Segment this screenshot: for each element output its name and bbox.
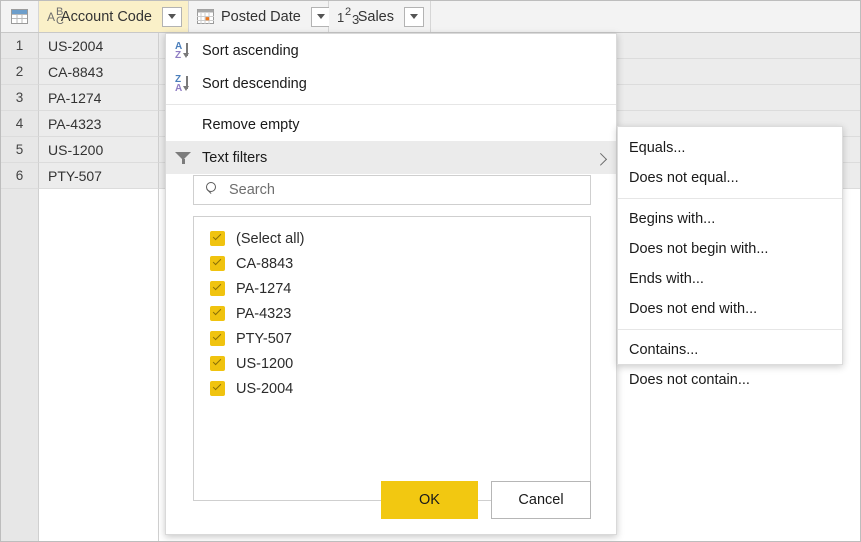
menu-item-remove-empty[interactable]: Remove empty bbox=[166, 108, 616, 141]
column-dropdown-button-account-code[interactable] bbox=[162, 6, 182, 27]
column-header-account-code[interactable]: ABC Account Code bbox=[39, 1, 189, 32]
123-icon: 123 bbox=[337, 5, 360, 27]
text-filters-submenu: Equals... Does not equal... Begins with.… bbox=[617, 126, 843, 388]
filter-funnel-icon bbox=[174, 148, 194, 168]
list-item[interactable]: PA-1274 bbox=[194, 276, 590, 301]
submenu-item-does-not-contain[interactable]: Does not contain... bbox=[618, 365, 842, 395]
submenu-item-does-not-end-with[interactable]: Does not end with... bbox=[618, 294, 842, 324]
menu-item-sort-descending[interactable]: ZA Sort descending bbox=[166, 67, 616, 100]
column-dropdown-button-sales[interactable] bbox=[404, 6, 424, 27]
chevron-down-icon bbox=[410, 14, 418, 19]
checkbox-checked[interactable] bbox=[210, 381, 225, 396]
column-header-posted-date[interactable]: Posted Date bbox=[189, 1, 331, 32]
cell-account-code[interactable]: PA-4323 bbox=[39, 111, 159, 137]
row-number: 6 bbox=[1, 163, 39, 189]
cell-account-code[interactable]: CA-8843 bbox=[39, 59, 159, 85]
menu-item-sort-ascending[interactable]: AZ Sort ascending bbox=[166, 34, 616, 67]
row-number: 1 bbox=[1, 33, 39, 59]
list-item[interactable]: US-1200 bbox=[194, 351, 590, 376]
list-item-label: (Select all) bbox=[236, 230, 305, 247]
chevron-down-icon bbox=[316, 14, 325, 19]
list-item-label: PTY-507 bbox=[236, 330, 292, 347]
search-placeholder: Search bbox=[229, 182, 275, 198]
ok-button[interactable]: OK bbox=[381, 481, 478, 519]
submenu-item-contains[interactable]: Contains... bbox=[618, 335, 842, 365]
list-item-label: CA-8843 bbox=[236, 255, 294, 272]
row-number: 3 bbox=[1, 85, 39, 111]
submenu-item-does-not-equal[interactable]: Does not equal... bbox=[618, 163, 842, 193]
list-item-label: PA-4323 bbox=[236, 305, 292, 322]
cell-account-code[interactable]: PA-1274 bbox=[39, 85, 159, 111]
checkbox-checked[interactable] bbox=[210, 231, 225, 246]
submenu-divider bbox=[618, 198, 842, 199]
column-header-sales[interactable]: 123 Sales bbox=[329, 1, 431, 32]
chevron-down-icon bbox=[168, 14, 176, 19]
menu-item-label: Text filters bbox=[202, 149, 268, 166]
calendar-icon bbox=[197, 9, 214, 24]
menu-divider bbox=[166, 104, 616, 105]
sort-a-to-z-icon: AZ bbox=[174, 41, 194, 61]
search-input[interactable]: Search bbox=[193, 175, 591, 205]
row-number: 4 bbox=[1, 111, 39, 137]
submenu-item-begins-with[interactable]: Begins with... bbox=[618, 204, 842, 234]
grid-header-row: ABC Account Code Posted Date 1 2 3 Sales bbox=[1, 1, 860, 33]
sort-z-to-a-icon: ZA bbox=[174, 74, 194, 94]
column-header-label-posted-date: Posted Date bbox=[221, 8, 301, 25]
list-item[interactable]: PA-4323 bbox=[194, 301, 590, 326]
column-header-label-sales: Sales bbox=[357, 8, 394, 25]
column-dropdown-button-posted-date[interactable] bbox=[310, 6, 331, 27]
list-item[interactable]: PTY-507 bbox=[194, 326, 590, 351]
menu-item-label: Remove empty bbox=[202, 116, 300, 133]
menu-item-text-filters[interactable]: Text filters bbox=[166, 141, 616, 174]
submenu-item-ends-with[interactable]: Ends with... bbox=[618, 264, 842, 294]
list-item[interactable]: (Select all) bbox=[194, 226, 590, 251]
abc-icon: ABC bbox=[47, 5, 64, 27]
checkbox-checked[interactable] bbox=[210, 281, 225, 296]
checkbox-checked[interactable] bbox=[210, 356, 225, 371]
checkbox-checked[interactable] bbox=[210, 306, 225, 321]
submenu-item-does-not-begin-with[interactable]: Does not begin with... bbox=[618, 234, 842, 264]
list-item-label: US-2004 bbox=[236, 380, 294, 397]
menu-item-label: Sort ascending bbox=[202, 42, 299, 59]
list-item[interactable]: CA-8843 bbox=[194, 251, 590, 276]
menu-item-label: Sort descending bbox=[202, 75, 307, 92]
cell-account-code[interactable]: US-1200 bbox=[39, 137, 159, 163]
submenu-item-equals[interactable]: Equals... bbox=[618, 133, 842, 163]
list-item[interactable]: US-2004 bbox=[194, 376, 590, 401]
table-icon bbox=[11, 9, 28, 24]
spacer-icon bbox=[174, 115, 194, 135]
row-number: 5 bbox=[1, 137, 39, 163]
row-number: 2 bbox=[1, 59, 39, 85]
filter-value-list[interactable]: (Select all) CA-8843 PA-1274 PA-4323 PTY… bbox=[193, 216, 591, 501]
list-item-label: PA-1274 bbox=[236, 280, 292, 297]
chevron-right-icon bbox=[594, 152, 608, 166]
column-header-label-account-code: Account Code bbox=[60, 8, 152, 25]
list-item-label: US-1200 bbox=[236, 355, 294, 372]
power-query-filter-screen: ABC Account Code Posted Date 1 2 3 Sales… bbox=[0, 0, 861, 542]
table-icon-cell[interactable] bbox=[1, 1, 39, 32]
checkbox-checked[interactable] bbox=[210, 331, 225, 346]
search-icon bbox=[204, 180, 224, 200]
cell-account-code[interactable]: US-2004 bbox=[39, 33, 159, 59]
checkbox-checked[interactable] bbox=[210, 256, 225, 271]
column-filter-dropdown: AZ Sort ascending ZA Sort descending Rem… bbox=[165, 33, 617, 535]
cancel-button[interactable]: Cancel bbox=[491, 481, 591, 519]
cell-account-code[interactable]: PTY-507 bbox=[39, 163, 159, 189]
submenu-divider bbox=[618, 329, 842, 330]
